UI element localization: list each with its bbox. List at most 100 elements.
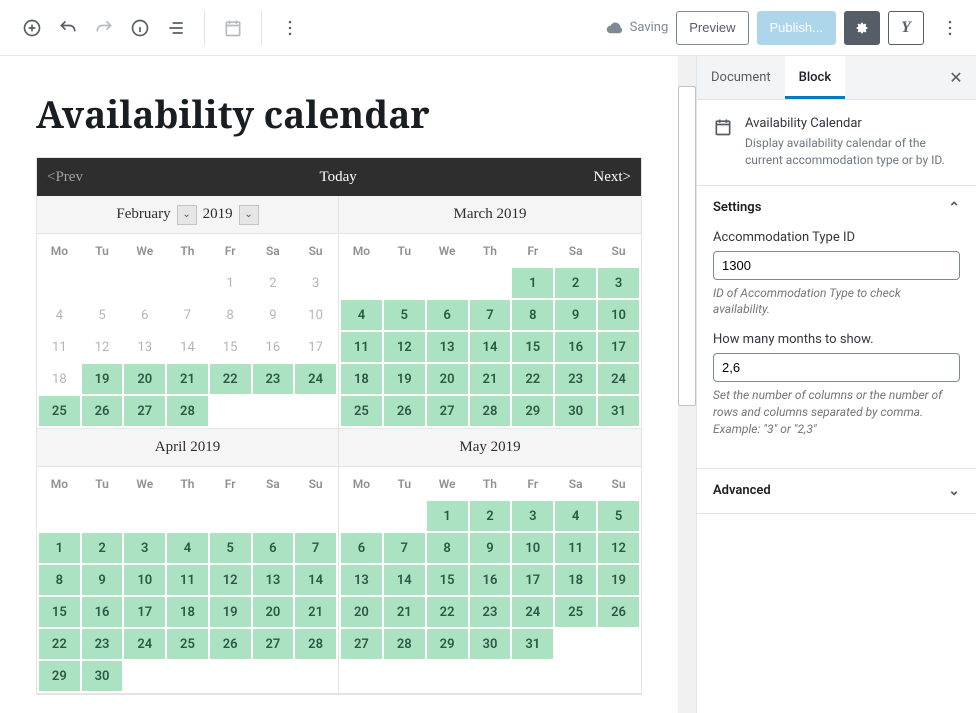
day-cell[interactable]: 13	[341, 565, 382, 595]
day-cell[interactable]: 23	[555, 364, 596, 394]
add-block-button[interactable]	[14, 10, 50, 46]
day-cell[interactable]: 21	[167, 364, 208, 394]
month-select[interactable]: February	[116, 206, 170, 223]
day-cell[interactable]: 4	[341, 300, 382, 330]
day-cell[interactable]: 12	[384, 332, 425, 362]
day-cell[interactable]: 2	[470, 501, 511, 531]
day-cell[interactable]: 18	[555, 565, 596, 595]
day-cell[interactable]: 19	[210, 597, 251, 627]
day-cell[interactable]: 7	[384, 533, 425, 563]
day-cell[interactable]: 10	[512, 533, 553, 563]
yoast-button[interactable]: Y	[888, 11, 924, 45]
editor-canvas[interactable]: Availability calendar <Prev Today Next> …	[0, 56, 678, 713]
day-cell[interactable]: 17	[295, 332, 336, 362]
day-cell[interactable]: 14	[384, 565, 425, 595]
day-cell[interactable]: 16	[82, 597, 123, 627]
day-cell[interactable]: 26	[384, 396, 425, 426]
day-cell[interactable]: 29	[427, 629, 468, 659]
day-cell[interactable]: 13	[253, 565, 294, 595]
day-cell[interactable]: 19	[598, 565, 639, 595]
chevron-down-icon[interactable]: ⌄	[239, 205, 259, 225]
day-cell[interactable]: 5	[210, 533, 251, 563]
day-cell[interactable]: 20	[341, 597, 382, 627]
day-cell[interactable]: 25	[555, 597, 596, 627]
day-cell[interactable]: 24	[512, 597, 553, 627]
day-cell[interactable]: 4	[167, 533, 208, 563]
year-select[interactable]: 2019	[203, 206, 233, 223]
day-cell[interactable]: 20	[253, 597, 294, 627]
day-cell[interactable]: 16	[253, 332, 294, 362]
day-cell[interactable]: 9	[82, 565, 123, 595]
day-cell[interactable]: 26	[210, 629, 251, 659]
day-cell[interactable]: 17	[124, 597, 165, 627]
day-cell[interactable]: 9	[555, 300, 596, 330]
accom-type-input[interactable]	[713, 251, 960, 280]
day-cell[interactable]: 2	[82, 533, 123, 563]
day-cell[interactable]: 15	[512, 332, 553, 362]
day-cell[interactable]: 2	[253, 268, 294, 298]
day-cell[interactable]: 8	[210, 300, 251, 330]
day-cell[interactable]: 27	[341, 629, 382, 659]
day-cell[interactable]: 5	[384, 300, 425, 330]
day-cell[interactable]: 29	[39, 661, 80, 691]
today-link[interactable]: Today	[320, 169, 357, 186]
day-cell[interactable]: 22	[427, 597, 468, 627]
day-cell[interactable]: 15	[427, 565, 468, 595]
close-sidebar-button[interactable]: ✕	[936, 58, 976, 98]
day-cell[interactable]: 22	[210, 364, 251, 394]
day-cell[interactable]: 12	[210, 565, 251, 595]
day-cell[interactable]: 24	[598, 364, 639, 394]
months-input[interactable]	[713, 353, 960, 382]
day-cell[interactable]: 23	[470, 597, 511, 627]
day-cell[interactable]: 7	[470, 300, 511, 330]
next-link[interactable]: Next>	[593, 169, 631, 186]
day-cell[interactable]: 26	[82, 396, 123, 426]
day-cell[interactable]: 15	[210, 332, 251, 362]
day-cell[interactable]: 17	[598, 332, 639, 362]
day-cell[interactable]: 2	[555, 268, 596, 298]
day-cell[interactable]: 28	[384, 629, 425, 659]
day-cell[interactable]: 29	[512, 396, 553, 426]
content-structure-button[interactable]	[122, 10, 158, 46]
preview-button[interactable]: Preview	[676, 11, 748, 45]
day-cell[interactable]: 27	[124, 396, 165, 426]
day-cell[interactable]: 30	[470, 629, 511, 659]
day-cell[interactable]: 18	[341, 364, 382, 394]
day-cell[interactable]: 1	[512, 268, 553, 298]
day-cell[interactable]: 28	[470, 396, 511, 426]
redo-button[interactable]	[86, 10, 122, 46]
day-cell[interactable]: 22	[39, 629, 80, 659]
day-cell[interactable]: 1	[39, 533, 80, 563]
tab-block[interactable]: Block	[785, 56, 845, 99]
day-cell[interactable]: 7	[167, 300, 208, 330]
availability-calendar-block[interactable]: <Prev Today Next> February⌄2019⌄MoTuWeTh…	[36, 157, 642, 695]
day-cell[interactable]: 18	[39, 364, 80, 394]
day-cell[interactable]: 10	[295, 300, 336, 330]
day-cell[interactable]: 8	[427, 533, 468, 563]
day-cell[interactable]: 20	[124, 364, 165, 394]
day-cell[interactable]: 28	[167, 396, 208, 426]
day-cell[interactable]: 24	[124, 629, 165, 659]
day-cell[interactable]: 1	[210, 268, 251, 298]
day-cell[interactable]: 7	[295, 533, 336, 563]
day-cell[interactable]: 5	[598, 501, 639, 531]
day-cell[interactable]: 21	[295, 597, 336, 627]
day-cell[interactable]: 9	[470, 533, 511, 563]
day-cell[interactable]: 19	[82, 364, 123, 394]
day-cell[interactable]: 3	[295, 268, 336, 298]
day-cell[interactable]: 26	[598, 597, 639, 627]
block-more-button[interactable]	[272, 10, 308, 46]
day-cell[interactable]: 11	[39, 332, 80, 362]
day-cell[interactable]: 18	[167, 597, 208, 627]
day-cell[interactable]: 11	[555, 533, 596, 563]
day-cell[interactable]: 31	[598, 396, 639, 426]
editor-more-button[interactable]	[932, 10, 968, 46]
chevron-down-icon[interactable]: ⌄	[177, 205, 197, 225]
day-cell[interactable]: 30	[555, 396, 596, 426]
prev-link[interactable]: <Prev	[47, 169, 83, 186]
undo-button[interactable]	[50, 10, 86, 46]
day-cell[interactable]: 21	[470, 364, 511, 394]
day-cell[interactable]: 16	[555, 332, 596, 362]
tab-document[interactable]: Document	[697, 56, 785, 99]
day-cell[interactable]: 10	[124, 565, 165, 595]
